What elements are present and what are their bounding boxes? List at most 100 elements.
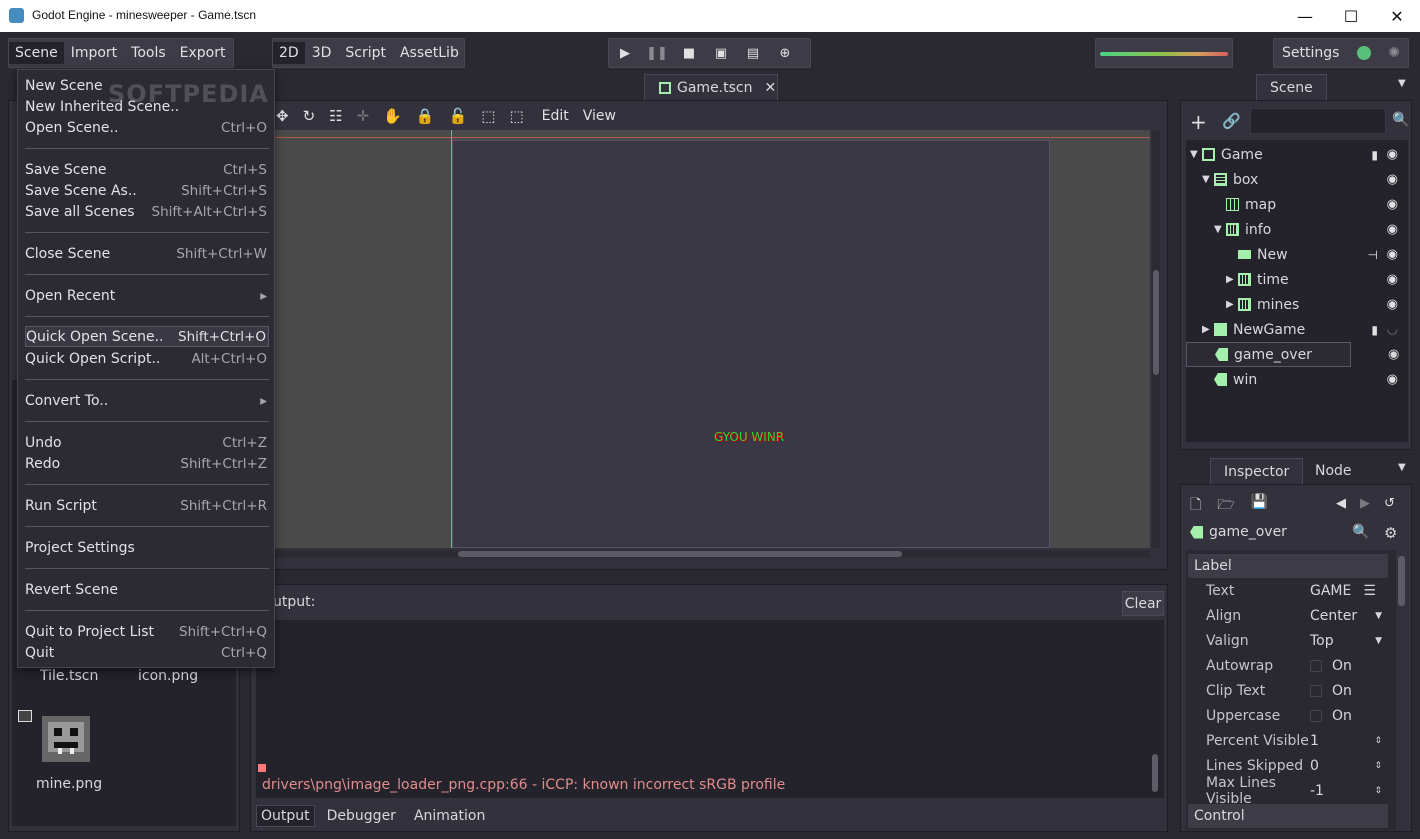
tree-item-time[interactable]: ▶ time ◉ <box>1186 267 1408 292</box>
menu-close-scene[interactable]: Close Scene Shift+Ctrl+W <box>25 243 269 264</box>
visibility-eye-icon[interactable]: ◉ <box>1387 197 1398 212</box>
file-mine-png[interactable]: mine.png <box>36 776 102 792</box>
visibility-eye-icon[interactable]: ◉ <box>1387 147 1398 162</box>
tree-item-game[interactable]: ▼ Game ▮ ◉ <box>1186 142 1408 167</box>
lock-icon[interactable]: 🔒 <box>416 107 435 125</box>
pan-icon[interactable]: ✋ <box>383 107 402 125</box>
script-icon[interactable]: ▮ <box>1371 148 1378 162</box>
checkbox[interactable] <box>1310 709 1322 722</box>
v-scrollbar[interactable] <box>1152 130 1160 548</box>
list-select-icon[interactable]: ☷ <box>329 107 342 125</box>
menu-quick-open-script[interactable]: Quick Open Script.. Alt+Ctrl+O <box>25 348 269 369</box>
remote-debug-icon[interactable]: ⊕ <box>769 39 801 67</box>
load-resource-icon[interactable]: 🗁 <box>1217 494 1234 518</box>
viewport-canvas[interactable]: GYOU WINR <box>256 130 1150 548</box>
search-icon[interactable]: 🔍 <box>1392 112 1409 128</box>
spinbox-icon[interactable]: ⇕ <box>1374 786 1382 796</box>
tab-debugger[interactable]: Debugger <box>319 806 404 826</box>
tab-scene-dock[interactable]: Scene <box>1256 74 1327 100</box>
unlock-icon[interactable]: 🔓 <box>449 107 468 125</box>
file-icon-png[interactable]: icon.png <box>138 668 198 684</box>
prop-align[interactable]: Align Center ▼ <box>1188 603 1398 628</box>
menu-revert-scene[interactable]: Revert Scene <box>25 579 269 600</box>
save-resource-icon[interactable]: 💾 <box>1251 494 1268 518</box>
rotate-icon[interactable]: ↻ <box>303 107 316 125</box>
pause-icon[interactable]: ❚❚ <box>641 39 673 67</box>
menu-save-all-scenes[interactable]: Save all Scenes Shift+Alt+Ctrl+S <box>25 201 269 222</box>
menu-open-recent[interactable]: Open Recent ▸ <box>25 285 269 306</box>
multiline-edit-icon[interactable]: ☰ <box>1363 583 1376 599</box>
spinbox-icon[interactable]: ⇕ <box>1374 761 1382 771</box>
history-icon[interactable]: ↺ <box>1384 496 1395 511</box>
visibility-eye-icon[interactable]: ◉ <box>1387 247 1398 262</box>
visibility-eye-icon[interactable]: ◉ <box>1388 347 1399 362</box>
visibility-eye-icon[interactable]: ◉ <box>1387 272 1398 287</box>
play-icon[interactable]: ▶ <box>609 39 641 67</box>
minimize-button[interactable]: — <box>1282 0 1328 32</box>
prop-clip-text[interactable]: Clip Text On <box>1188 678 1398 703</box>
section-label[interactable]: Label <box>1188 554 1388 578</box>
maximize-button[interactable]: ☐ <box>1328 0 1374 32</box>
prop-autowrap[interactable]: Autowrap On <box>1188 653 1398 678</box>
h-scrollbar[interactable] <box>256 550 1150 558</box>
prop-text[interactable]: Text GAME ☰ <box>1188 578 1398 603</box>
menu-new-inherited-scene[interactable]: New Inherited Scene.. <box>25 96 269 117</box>
scene-filter-input[interactable] <box>1250 108 1386 134</box>
prop-valign[interactable]: Valign Top ▼ <box>1188 628 1398 653</box>
menu-project-settings[interactable]: Project Settings <box>25 537 269 558</box>
menu-redo[interactable]: Redo Shift+Ctrl+Z <box>25 453 269 474</box>
play-custom-scene-icon[interactable]: ▤ <box>737 39 769 67</box>
menu-tools[interactable]: Tools <box>124 45 173 61</box>
menu-convert-to[interactable]: Convert To.. ▸ <box>25 390 269 411</box>
workspace-3d[interactable]: 3D <box>305 45 339 61</box>
spinbox-icon[interactable]: ⇕ <box>1374 736 1382 746</box>
output-scroll-grabber[interactable] <box>1152 754 1158 792</box>
clear-output-button[interactable]: Clear <box>1122 591 1164 616</box>
tab-output[interactable]: Output <box>256 805 315 827</box>
tab-node[interactable]: Node <box>1302 458 1365 484</box>
hidden-eye-icon[interactable]: ◡ <box>1387 322 1398 337</box>
section-control[interactable]: Control <box>1188 804 1388 828</box>
new-resource-icon[interactable]: 🗋 <box>1190 494 1201 518</box>
group-icon[interactable]: ⬚ <box>481 107 495 125</box>
tree-item-newgame[interactable]: ▶ NewGame ▮ ◡ <box>1186 317 1408 342</box>
menu-scene[interactable]: Scene <box>9 42 64 64</box>
move-icon[interactable]: ✥ <box>276 107 289 125</box>
tree-item-info[interactable]: ▼ info ◉ <box>1186 217 1408 242</box>
search-property-icon[interactable]: 🔍 <box>1352 524 1369 540</box>
close-window-button[interactable]: ✕ <box>1374 0 1420 32</box>
tree-item-game-over[interactable]: game_over <box>1186 342 1351 367</box>
checkbox[interactable] <box>1310 684 1322 697</box>
tab-animation[interactable]: Animation <box>408 806 491 826</box>
visibility-eye-icon[interactable]: ◉ <box>1387 372 1398 387</box>
visibility-eye-icon[interactable]: ◉ <box>1387 222 1398 237</box>
play-scene-icon[interactable]: ▣ <box>705 39 737 67</box>
menu-quick-open-scene[interactable]: Quick Open Scene.. Shift+Ctrl+O <box>25 326 269 347</box>
visibility-eye-icon[interactable]: ◉ <box>1387 172 1398 187</box>
dock-menu-icon[interactable]: ▼ <box>1398 462 1406 473</box>
v-scrollbar-grabber[interactable] <box>1153 270 1159 375</box>
menu-new-scene[interactable]: New Scene <box>25 75 269 96</box>
mine-thumbnail[interactable] <box>36 708 96 770</box>
menu-run-script[interactable]: Run Script Shift+Ctrl+R <box>25 495 269 516</box>
tree-item-win[interactable]: win ◉ <box>1186 367 1408 392</box>
add-node-icon[interactable]: + <box>1190 110 1207 134</box>
signal-icon[interactable]: ⊣ <box>1368 248 1378 262</box>
workspace-2d[interactable]: 2D <box>273 42 305 64</box>
tree-item-new[interactable]: New ⊣ ◉ <box>1186 242 1408 267</box>
prop-max-lines-visible[interactable]: Max Lines Visible -1 ⇕ <box>1188 775 1398 807</box>
inspector-scroll-grabber[interactable] <box>1398 556 1405 606</box>
menu-export[interactable]: Export <box>173 45 233 61</box>
prop-percent-visible[interactable]: Percent Visible 1 ⇕ <box>1188 728 1398 753</box>
file-tile-tscn[interactable]: Tile.tscn <box>40 668 98 684</box>
menu-quit[interactable]: Quit Ctrl+Q <box>25 642 269 663</box>
tab-game-tscn[interactable]: Game.tscn ✕ <box>644 74 778 100</box>
script-icon[interactable]: ▮ <box>1371 323 1378 337</box>
forward-icon[interactable]: ▶ <box>1360 496 1370 511</box>
tree-item-mines[interactable]: ▶ mines ◉ <box>1186 292 1408 317</box>
visibility-eye-icon[interactable]: ◉ <box>1387 297 1398 312</box>
workspace-script[interactable]: Script <box>338 45 393 61</box>
tree-item-map[interactable]: map ◉ <box>1186 192 1408 217</box>
menu-open-scene[interactable]: Open Scene.. Ctrl+O <box>25 117 269 138</box>
tree-item-box[interactable]: ▼ box ◉ <box>1186 167 1408 192</box>
